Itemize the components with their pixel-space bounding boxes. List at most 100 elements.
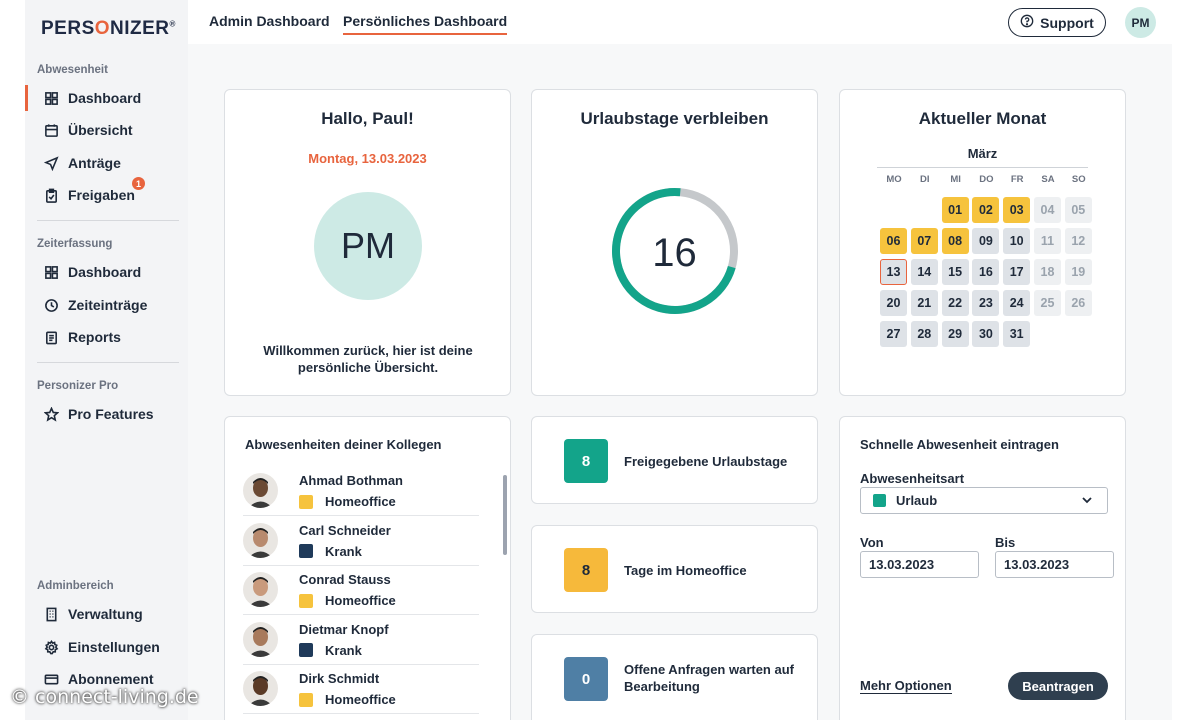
stat-card-approved: 8 Freigegebene Urlaubstage <box>531 416 818 504</box>
calendar-day[interactable]: 01 <box>941 197 969 223</box>
weekday-header: FR <box>1010 174 1024 185</box>
tab-persoenliches-dashboard[interactable]: Persönliches Dashboard <box>343 13 508 35</box>
sidebar-item-pro-features[interactable]: Pro Features <box>25 401 188 427</box>
calendar-divider <box>877 167 1088 168</box>
calendar-day[interactable]: 12 <box>1064 228 1092 254</box>
absence-type-label: Abwesenheitsart <box>860 471 965 486</box>
calendar-day[interactable]: 06 <box>880 228 907 254</box>
colleague-row[interactable]: Carl Schneider Krank <box>243 517 479 566</box>
colleague-status: Homeoffice <box>299 692 396 707</box>
to-date-field[interactable]: 13.03.2023 <box>995 551 1114 578</box>
support-label: Support <box>1040 14 1094 31</box>
app-window: PERSONIZER® Abwesenheit Dashboard Übersi… <box>25 0 1172 720</box>
calendar-day[interactable]: 15 <box>941 259 969 285</box>
stat-label: Tage im Homeoffice <box>624 563 747 578</box>
stat-label: Freigegebene Urlaubstage <box>624 454 788 469</box>
calendar-day[interactable]: 28 <box>910 321 938 347</box>
sidebar-divider <box>37 220 179 221</box>
stat-value-box: 8 <box>564 548 608 592</box>
calendar-day[interactable]: 29 <box>941 321 969 347</box>
stat-card-open-requests: 0 Offene Anfragen warten auf Bearbeitung <box>531 634 818 720</box>
calendar-day[interactable]: 19 <box>1064 259 1092 285</box>
sidebar-item-uebersicht[interactable]: Übersicht <box>25 117 188 143</box>
calendar-day[interactable]: 16 <box>972 259 1000 285</box>
calendar-day[interactable]: 21 <box>910 290 938 316</box>
calendar-day[interactable]: 05 <box>1064 197 1092 223</box>
status-label: Homeoffice <box>325 692 396 707</box>
calendar-day[interactable]: 25 <box>1034 290 1061 316</box>
colleague-name: Dietmar Knopf <box>299 621 389 637</box>
colleague-photo <box>243 621 278 657</box>
more-options-link[interactable]: Mehr Optionen <box>860 678 952 694</box>
sidebar-item-label: Verwaltung <box>68 606 143 622</box>
calendar-day[interactable]: 26 <box>1064 290 1092 316</box>
sidebar-item-verwaltung[interactable]: Verwaltung <box>25 601 188 627</box>
calendar-day[interactable]: 03 <box>1003 197 1031 223</box>
chevron-down-icon <box>1082 497 1092 504</box>
sidebar-item-antraege[interactable]: Anträge <box>25 150 188 176</box>
calendar-day[interactable]: 11 <box>1034 228 1061 254</box>
weekday-header: DI <box>920 174 930 185</box>
calendar-day[interactable]: 17 <box>1003 259 1031 285</box>
support-button[interactable]: Support <box>1008 8 1106 37</box>
calendar-day[interactable]: 23 <box>972 290 1000 316</box>
status-label: Homeoffice <box>325 593 396 608</box>
calendar-day[interactable]: 20 <box>880 290 907 316</box>
clock-icon <box>43 297 59 313</box>
calendar-day[interactable]: 27 <box>880 321 907 347</box>
watermark: © connect-living.de <box>10 686 199 708</box>
colleague-row[interactable]: Ahmad Bothman Homeoffice <box>243 467 479 516</box>
section-title-adminbereich: Adminbereich <box>37 580 114 592</box>
colleague-name: Carl Schneider <box>299 522 391 538</box>
calendar-day[interactable]: 30 <box>972 321 1000 347</box>
calendar-day[interactable]: 18 <box>1034 259 1061 285</box>
colleagues-title: Abwesenheiten deiner Kollegen <box>245 437 442 452</box>
calendar-day[interactable]: 04 <box>1034 197 1061 223</box>
colleague-row[interactable]: Dietmar Knopf Krank <box>243 616 479 665</box>
sidebar-item-label: Dashboard <box>68 90 142 106</box>
colleague-row[interactable]: Conrad Stauss Homeoffice <box>243 566 479 615</box>
colleague-status: Homeoffice <box>299 593 396 608</box>
calendar-day[interactable]: 08 <box>941 228 969 254</box>
calendar-day[interactable]: 10 <box>1003 228 1031 254</box>
tab-admin-dashboard[interactable]: Admin Dashboard <box>209 13 330 33</box>
absence-type-select[interactable]: Urlaub <box>860 487 1108 514</box>
colleague-photo <box>243 522 278 558</box>
help-circle-icon <box>1020 14 1034 31</box>
from-date-field[interactable]: 13.03.2023 <box>860 551 979 578</box>
sidebar-item-freigaben[interactable]: Freigaben 1 <box>25 177 188 208</box>
calendar-day[interactable]: 07 <box>910 228 938 254</box>
user-avatar[interactable]: PM <box>1125 7 1156 38</box>
sidebar-divider <box>37 362 179 363</box>
sidebar-item-dashboard[interactable]: Dashboard <box>25 85 188 111</box>
status-swatch <box>299 494 313 509</box>
sidebar-item-reports[interactable]: Reports <box>25 324 188 350</box>
calendar-day-today[interactable]: 13 <box>880 259 907 285</box>
calendar-day[interactable]: 09 <box>972 228 1000 254</box>
card-icon <box>43 671 59 687</box>
weekday-header: SA <box>1041 174 1055 185</box>
colleague-status: Krank <box>299 643 362 658</box>
to-label: Bis <box>995 535 1016 550</box>
grid-icon <box>43 264 59 280</box>
submit-request-button[interactable]: Beantragen <box>1008 672 1108 700</box>
calendar-icon <box>43 122 59 138</box>
status-swatch <box>299 692 313 707</box>
sidebar-item-label: Pro Features <box>68 406 154 422</box>
sidebar-item-zeit-dashboard[interactable]: Dashboard <box>25 259 188 285</box>
calendar-day[interactable]: 02 <box>972 197 1000 223</box>
calendar-day[interactable]: 24 <box>1003 290 1031 316</box>
sidebar-item-zeiteintraege[interactable]: Zeiteinträge <box>25 292 188 318</box>
current-date: Montag, 13.03.2023 <box>308 151 427 166</box>
colleague-status: Krank <box>299 544 362 559</box>
calendar-day[interactable]: 31 <box>1003 321 1031 347</box>
colleague-row[interactable]: Dirk Schmidt Homeoffice <box>243 665 479 714</box>
personizer-logo[interactable]: PERSONIZER® <box>41 18 176 40</box>
status-label: Homeoffice <box>325 494 396 509</box>
calendar-day[interactable]: 22 <box>941 290 969 316</box>
sidebar-item-label: Einstellungen <box>68 639 160 655</box>
calendar-day[interactable]: 14 <box>910 259 938 285</box>
scrollbar[interactable] <box>503 475 507 555</box>
sidebar-item-einstellungen[interactable]: Einstellungen <box>25 634 188 660</box>
report-icon <box>43 329 59 345</box>
